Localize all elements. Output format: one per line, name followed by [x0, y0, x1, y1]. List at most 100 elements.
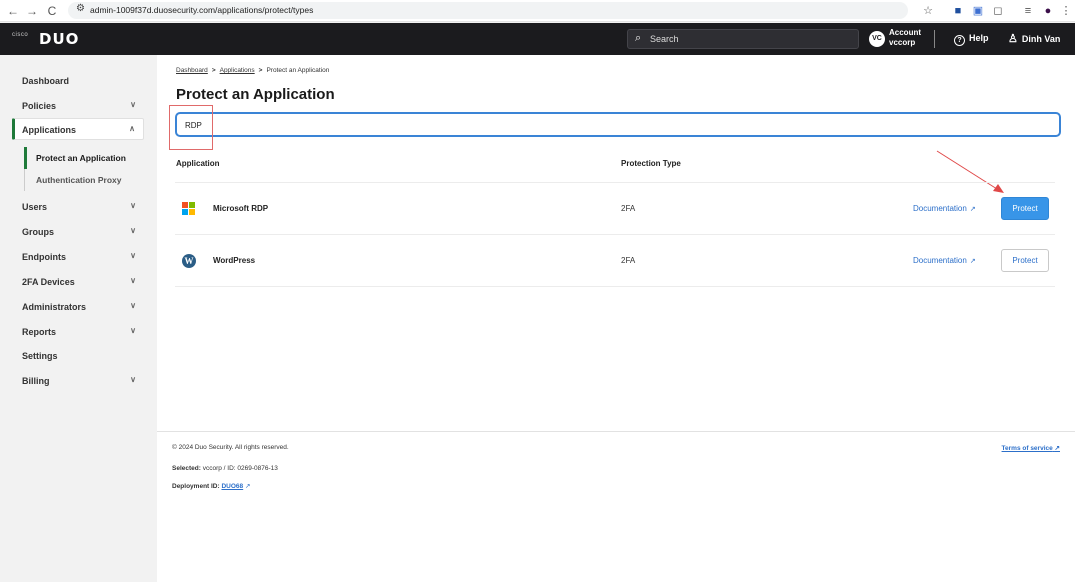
help-icon: ? — [954, 35, 965, 46]
breadcrumb-link-applications[interactable]: Applications — [220, 67, 255, 74]
annotation-highlight-box — [169, 105, 213, 150]
chevron-down-icon: ∨ — [130, 375, 136, 384]
microsoft-logo-icon — [182, 202, 196, 216]
search-placeholder: Search — [650, 34, 679, 44]
breadcrumb-separator: > — [258, 67, 263, 74]
extensions-puzzle-icon[interactable]: ◻ — [990, 3, 1006, 19]
table-row: W WordPress 2FA Documentation ↗ Protect — [175, 234, 1055, 286]
sidebar-item-applications[interactable]: Applications ∧ — [12, 118, 144, 140]
chevron-down-icon: ∨ — [130, 226, 136, 235]
chevron-up-icon: ∧ — [129, 124, 135, 133]
page-title: Protect an Application — [176, 86, 335, 103]
reload-icon[interactable]: C — [45, 3, 59, 19]
terms-label: Terms of service — [1001, 445, 1053, 452]
application-filter[interactable] — [175, 112, 1061, 137]
copyright-text: © 2024 Duo Security. All rights reserved… — [172, 444, 289, 451]
browser-menu-icon[interactable]: ⋮ — [1058, 3, 1074, 19]
documentation-link[interactable]: Documentation ↗ — [913, 204, 976, 213]
sidebar-subitem-label: Authentication Proxy — [36, 175, 122, 185]
wordpress-logo-icon: W — [182, 254, 196, 268]
sidebar-subitem-authentication-proxy[interactable]: Authentication Proxy — [24, 169, 149, 191]
documentation-label: Documentation — [913, 256, 967, 265]
documentation-link[interactable]: Documentation ↗ — [913, 256, 976, 265]
table-bottom-border — [175, 286, 1055, 287]
sidebar-item-label: Settings — [22, 351, 58, 361]
documentation-label: Documentation — [913, 204, 967, 213]
sidebar-item-endpoints[interactable]: Endpoints ∨ — [12, 246, 144, 268]
chevron-down-icon: ∨ — [130, 301, 136, 310]
site-settings-icon[interactable]: ⚙ — [76, 3, 85, 14]
selected-value: vccorp / ID: 0269-0876-13 — [202, 465, 278, 472]
main-content: Dashboard > Applications > Protect an Applic… — [157, 55, 1075, 582]
sidebar-item-label: Endpoints — [22, 252, 66, 262]
translate-icon[interactable]: ▣ — [970, 3, 986, 19]
account-avatar[interactable]: VC — [869, 31, 885, 47]
url-text: admin-1009f37d.duosecurity.com/applicati… — [90, 5, 314, 15]
application-filter-input[interactable] — [185, 119, 1045, 131]
user-icon: ♙ — [1008, 33, 1018, 45]
chevron-down-icon: ∨ — [130, 276, 136, 285]
cisco-logo: cisco — [12, 32, 29, 38]
deployment-label: Deployment ID: — [172, 483, 220, 490]
sidebar-item-groups[interactable]: Groups ∨ — [12, 221, 144, 243]
sidebar-item-label: Applications — [22, 125, 77, 135]
sidebar-item-dashboard[interactable]: Dashboard — [12, 70, 144, 92]
sidebar-subitem-protect-application[interactable]: Protect an Application — [24, 147, 149, 169]
address-bar[interactable]: ⚙ admin-1009f37d.duosecurity.com/applica… — [68, 2, 908, 19]
breadcrumb-link-dashboard[interactable]: Dashboard — [176, 67, 208, 74]
sidebar-item-reports[interactable]: Reports ∨ — [12, 321, 144, 343]
protect-button[interactable]: Protect — [1001, 249, 1049, 272]
sidebar-item-label: Dashboard — [22, 76, 70, 86]
sidebar-item-settings[interactable]: Settings — [12, 345, 144, 367]
breadcrumb-current: Protect an Application — [266, 67, 330, 74]
account-name: vccorp — [889, 38, 916, 47]
browser-toolbar: ← → C ⚙ admin-1009f37d.duosecurity.com/a… — [0, 0, 1075, 22]
user-menu[interactable]: ♙ Dinh Van — [1008, 32, 1060, 45]
help-button[interactable]: ? Help — [954, 33, 989, 46]
back-icon[interactable]: ← — [6, 3, 20, 19]
deployment-info: Deployment ID: DUO68 ↗ — [172, 482, 250, 490]
global-search[interactable]: ⌕ Search — [627, 29, 859, 49]
chevron-down-icon: ∨ — [130, 326, 136, 335]
breadcrumb-separator: > — [211, 67, 216, 74]
chevron-down-icon: ∨ — [130, 201, 136, 210]
sidebar-subitem-label: Protect an Application — [36, 153, 126, 163]
sidebar-item-policies[interactable]: Policies ∨ — [12, 95, 144, 117]
header-divider — [934, 30, 935, 48]
account-switcher[interactable]: Account vccorp — [889, 28, 921, 48]
chevron-down-icon: ∨ — [130, 100, 136, 109]
external-link-icon: ↗ — [244, 483, 251, 490]
bookmark-star-icon[interactable]: ☆ — [920, 3, 936, 19]
column-header-application: Application — [176, 159, 220, 168]
sidebar-item-label: Users — [22, 202, 48, 212]
selected-label: Selected: — [172, 465, 201, 472]
terms-of-service-link[interactable]: Terms of service ↗ — [1002, 444, 1060, 452]
account-label: Account — [889, 28, 921, 37]
protect-button[interactable]: Protect — [1001, 197, 1049, 220]
table-row: Microsoft RDP 2FA Documentation ↗ Protect — [175, 182, 1055, 234]
sidebar-item-label: Policies — [22, 101, 57, 111]
forward-icon[interactable]: → — [25, 3, 39, 19]
search-icon: ⌕ — [635, 32, 642, 44]
sidebar-item-label: Reports — [22, 327, 57, 337]
sidebar-item-billing[interactable]: Billing ∨ — [12, 370, 144, 392]
sidebar-item-administrators[interactable]: Administrators ∨ — [12, 296, 144, 318]
duo-logo[interactable]: DUO — [39, 30, 79, 48]
tab-list-icon[interactable]: ≡ — [1020, 3, 1036, 19]
sidebar-item-2fa-devices[interactable]: 2FA Devices ∨ — [12, 271, 144, 293]
sidebar-item-label: Billing — [22, 376, 50, 386]
external-link-icon: ↗ — [969, 206, 976, 213]
footer: © 2024 Duo Security. All rights reserved… — [157, 431, 1075, 582]
user-name: Dinh Van — [1021, 34, 1061, 44]
deployment-id-link[interactable]: DUO68 — [221, 483, 243, 490]
chevron-down-icon: ∨ — [130, 251, 136, 260]
app-header: cisco DUO ⌕ Search VC Account vccorp ? He… — [0, 23, 1075, 55]
help-label: Help — [969, 33, 989, 43]
application-name: Microsoft RDP — [213, 204, 269, 213]
sidebar-item-users[interactable]: Users ∨ — [12, 196, 144, 218]
extension-icon[interactable]: ■ — [950, 3, 966, 19]
protection-type: 2FA — [621, 204, 636, 213]
profile-icon[interactable]: ● — [1040, 3, 1056, 19]
sidebar-item-label: Groups — [22, 227, 55, 237]
selected-account-info: Selected: vccorp / ID: 0269-0876-13 — [172, 465, 278, 472]
